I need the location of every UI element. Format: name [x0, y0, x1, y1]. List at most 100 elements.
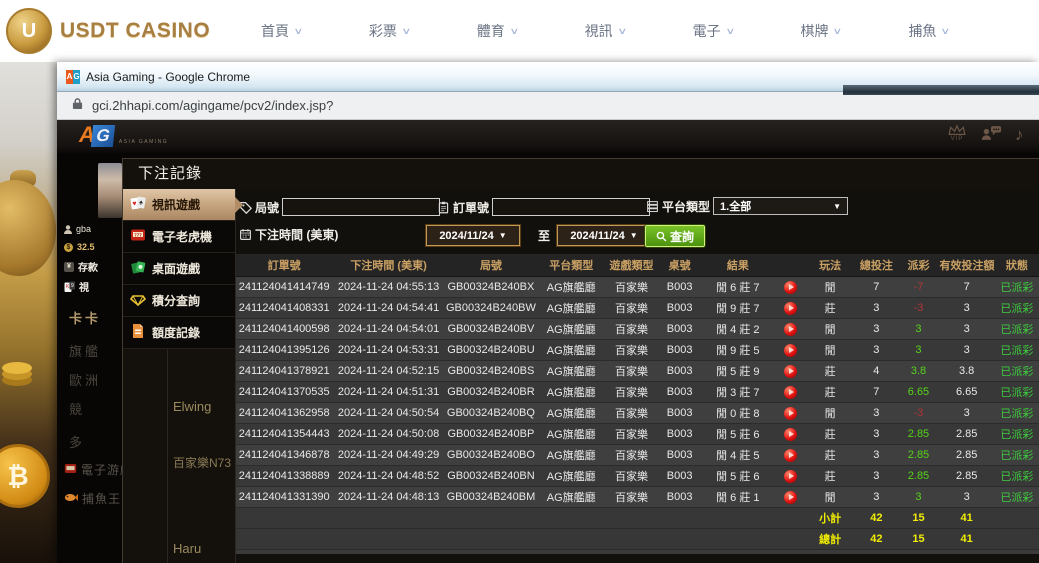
- replay-button[interactable]: [784, 365, 797, 378]
- panel-main: 局號 訂單號: [235, 189, 1039, 563]
- lobby-background-strip: gba $ 32.5 ¥ 存款 K9 視 卡卡旗艦歐洲競多 電子游戲捕魚王: [57, 153, 122, 563]
- menu-item-2[interactable]: 777電子老虎機: [123, 221, 235, 253]
- nav-item-label: 電子: [693, 21, 721, 41]
- nav-item-label: 體育: [477, 21, 505, 41]
- replay-button[interactable]: [784, 281, 797, 294]
- list-icon: [646, 200, 659, 213]
- replay-button[interactable]: [784, 428, 797, 441]
- deposit-row[interactable]: ¥ 存款: [64, 259, 98, 274]
- order-no-input[interactable]: [492, 198, 650, 216]
- nav-item-5[interactable]: 電子∨: [693, 21, 734, 41]
- ag-body: gba $ 32.5 ¥ 存款 K9 視 卡卡旗艦歐洲競多 電子游戲捕魚王: [57, 153, 1039, 563]
- music-note-icon[interactable]: ♪: [1015, 125, 1024, 145]
- cell-gtype: 百家樂: [605, 466, 657, 487]
- cell-game: GB00324B240BW: [445, 298, 537, 319]
- cell-game: GB00324B240BR: [445, 382, 537, 403]
- cell-side: 莊: [806, 382, 854, 403]
- date-from-select[interactable]: 2024/11/24 ▼: [426, 225, 520, 246]
- replay-button[interactable]: [784, 323, 797, 336]
- table-row: 2411240414005982024-11-24 04:54:01GB0032…: [236, 319, 1039, 340]
- nav-item-7[interactable]: 捕魚∨: [908, 21, 949, 41]
- summary-label: 總計: [806, 529, 854, 550]
- cell-game: GB00324B240BO: [445, 445, 537, 466]
- date-to-select[interactable]: 2024/11/24 ▼: [557, 225, 651, 246]
- column-header: 平台類型: [537, 254, 605, 277]
- nav-item-4[interactable]: 視訊∨: [585, 21, 626, 41]
- replay-button[interactable]: [784, 491, 797, 504]
- cell-bet: 7: [854, 382, 898, 403]
- cell-bet: 3: [854, 424, 898, 445]
- nav-item-6[interactable]: 棋牌∨: [800, 21, 841, 41]
- chevron-down-icon: ∨: [617, 26, 627, 37]
- window-title: Asia Gaming - Google Chrome: [86, 70, 250, 84]
- menu-item-3[interactable]: 桌面遊戲: [123, 253, 235, 285]
- cell-game: GB00324B240BQ: [445, 403, 537, 424]
- cell-status: 已派彩: [995, 361, 1039, 382]
- cell-side: 莊: [806, 361, 854, 382]
- ag-page: A G ASIA GAMING VIP ♪ g: [57, 120, 1039, 563]
- replay-button[interactable]: [784, 302, 797, 315]
- cell-platform: AG旗艦廳: [537, 319, 605, 340]
- cell-valid: 3: [939, 487, 995, 508]
- cell-side: 莊: [806, 424, 854, 445]
- menu-item-1[interactable]: ♥♠ 視訊遊戲: [123, 189, 235, 221]
- nav-item-3[interactable]: 體育∨: [477, 21, 518, 41]
- play-icon: [789, 305, 794, 311]
- search-button[interactable]: 查詢: [645, 225, 705, 247]
- vip-button[interactable]: VIP: [947, 125, 967, 142]
- menu-item-5[interactable]: 額度記錄: [123, 317, 235, 349]
- table-games-icon: [130, 259, 146, 278]
- game-no-input[interactable]: [282, 198, 440, 216]
- url-text[interactable]: gci.2hhapi.com/agingame/pcv2/index.jsp?: [92, 98, 333, 113]
- address-bar[interactable]: gci.2hhapi.com/agingame/pcv2/index.jsp?: [57, 92, 1039, 120]
- lock-icon[interactable]: [72, 97, 83, 115]
- casino-nav: 首頁∨彩票∨體育∨視訊∨電子∨棋牌∨捕魚∨: [221, 21, 1039, 41]
- calendar-icon: [239, 228, 252, 241]
- table-row: 2411240413544432024-11-24 04:50:08GB0032…: [236, 424, 1039, 445]
- lobby-tab-label: 競: [69, 399, 85, 418]
- replay-button[interactable]: [784, 470, 797, 483]
- play-icon: [789, 284, 794, 290]
- cell-time: 2024-11-24 04:54:01: [332, 319, 444, 340]
- menu-item-label: 桌面遊戲: [152, 260, 200, 277]
- video-tab-row[interactable]: K9 視: [64, 279, 89, 294]
- nav-item-2[interactable]: 彩票∨: [369, 21, 410, 41]
- platform-type-select[interactable]: 1.全部 ▼: [713, 197, 848, 215]
- cell-order: 241124041378921: [236, 361, 332, 382]
- bitcoin-coin-image: ₿: [0, 444, 50, 508]
- replay-button[interactable]: [784, 344, 797, 357]
- column-header: 派彩: [898, 254, 938, 277]
- play-icon: [789, 347, 794, 353]
- nav-item-1[interactable]: 首頁∨: [261, 21, 302, 41]
- cell-game: GB00324B240BS: [445, 361, 537, 382]
- video-tab-label: 視: [79, 279, 89, 294]
- customer-service-icon[interactable]: [980, 125, 1002, 145]
- vip-label: VIP: [951, 136, 964, 142]
- replay-button[interactable]: [784, 386, 797, 399]
- menu-item-label: 視訊遊戲: [152, 196, 200, 213]
- nav-item-label: 彩票: [369, 21, 397, 41]
- cell-time: 2024-11-24 04:49:29: [332, 445, 444, 466]
- ag-site-header: A G ASIA GAMING VIP ♪: [57, 120, 1039, 153]
- cell-result: 閒 5 莊 6: [702, 424, 774, 445]
- cell-valid: 3: [939, 403, 995, 424]
- cell-status: 已派彩: [995, 445, 1039, 466]
- replay-button[interactable]: [784, 449, 797, 462]
- cell-status: 已派彩: [995, 382, 1039, 403]
- play-icon: [789, 494, 794, 500]
- cell-valid: 3: [939, 340, 995, 361]
- cell-time: 2024-11-24 04:50:54: [332, 403, 444, 424]
- cell-replay: [774, 382, 806, 403]
- cell-result: 閒 5 莊 9: [702, 361, 774, 382]
- menu-item-4[interactable]: 積分查詢: [123, 285, 235, 317]
- replay-button[interactable]: [784, 407, 797, 420]
- summary-valid-bet: 41: [939, 508, 995, 529]
- cell-platform: AG旗艦廳: [537, 445, 605, 466]
- lobby-tab-label: 多: [69, 432, 85, 451]
- column-header: 狀態: [995, 254, 1039, 277]
- lobby-tab-label: 歐洲: [69, 370, 101, 389]
- cell-time: 2024-11-24 04:51:31: [332, 382, 444, 403]
- play-icon: [789, 326, 794, 332]
- cards-icon: ♥♠: [130, 195, 146, 214]
- platform-type-label: 平台類型: [646, 198, 710, 215]
